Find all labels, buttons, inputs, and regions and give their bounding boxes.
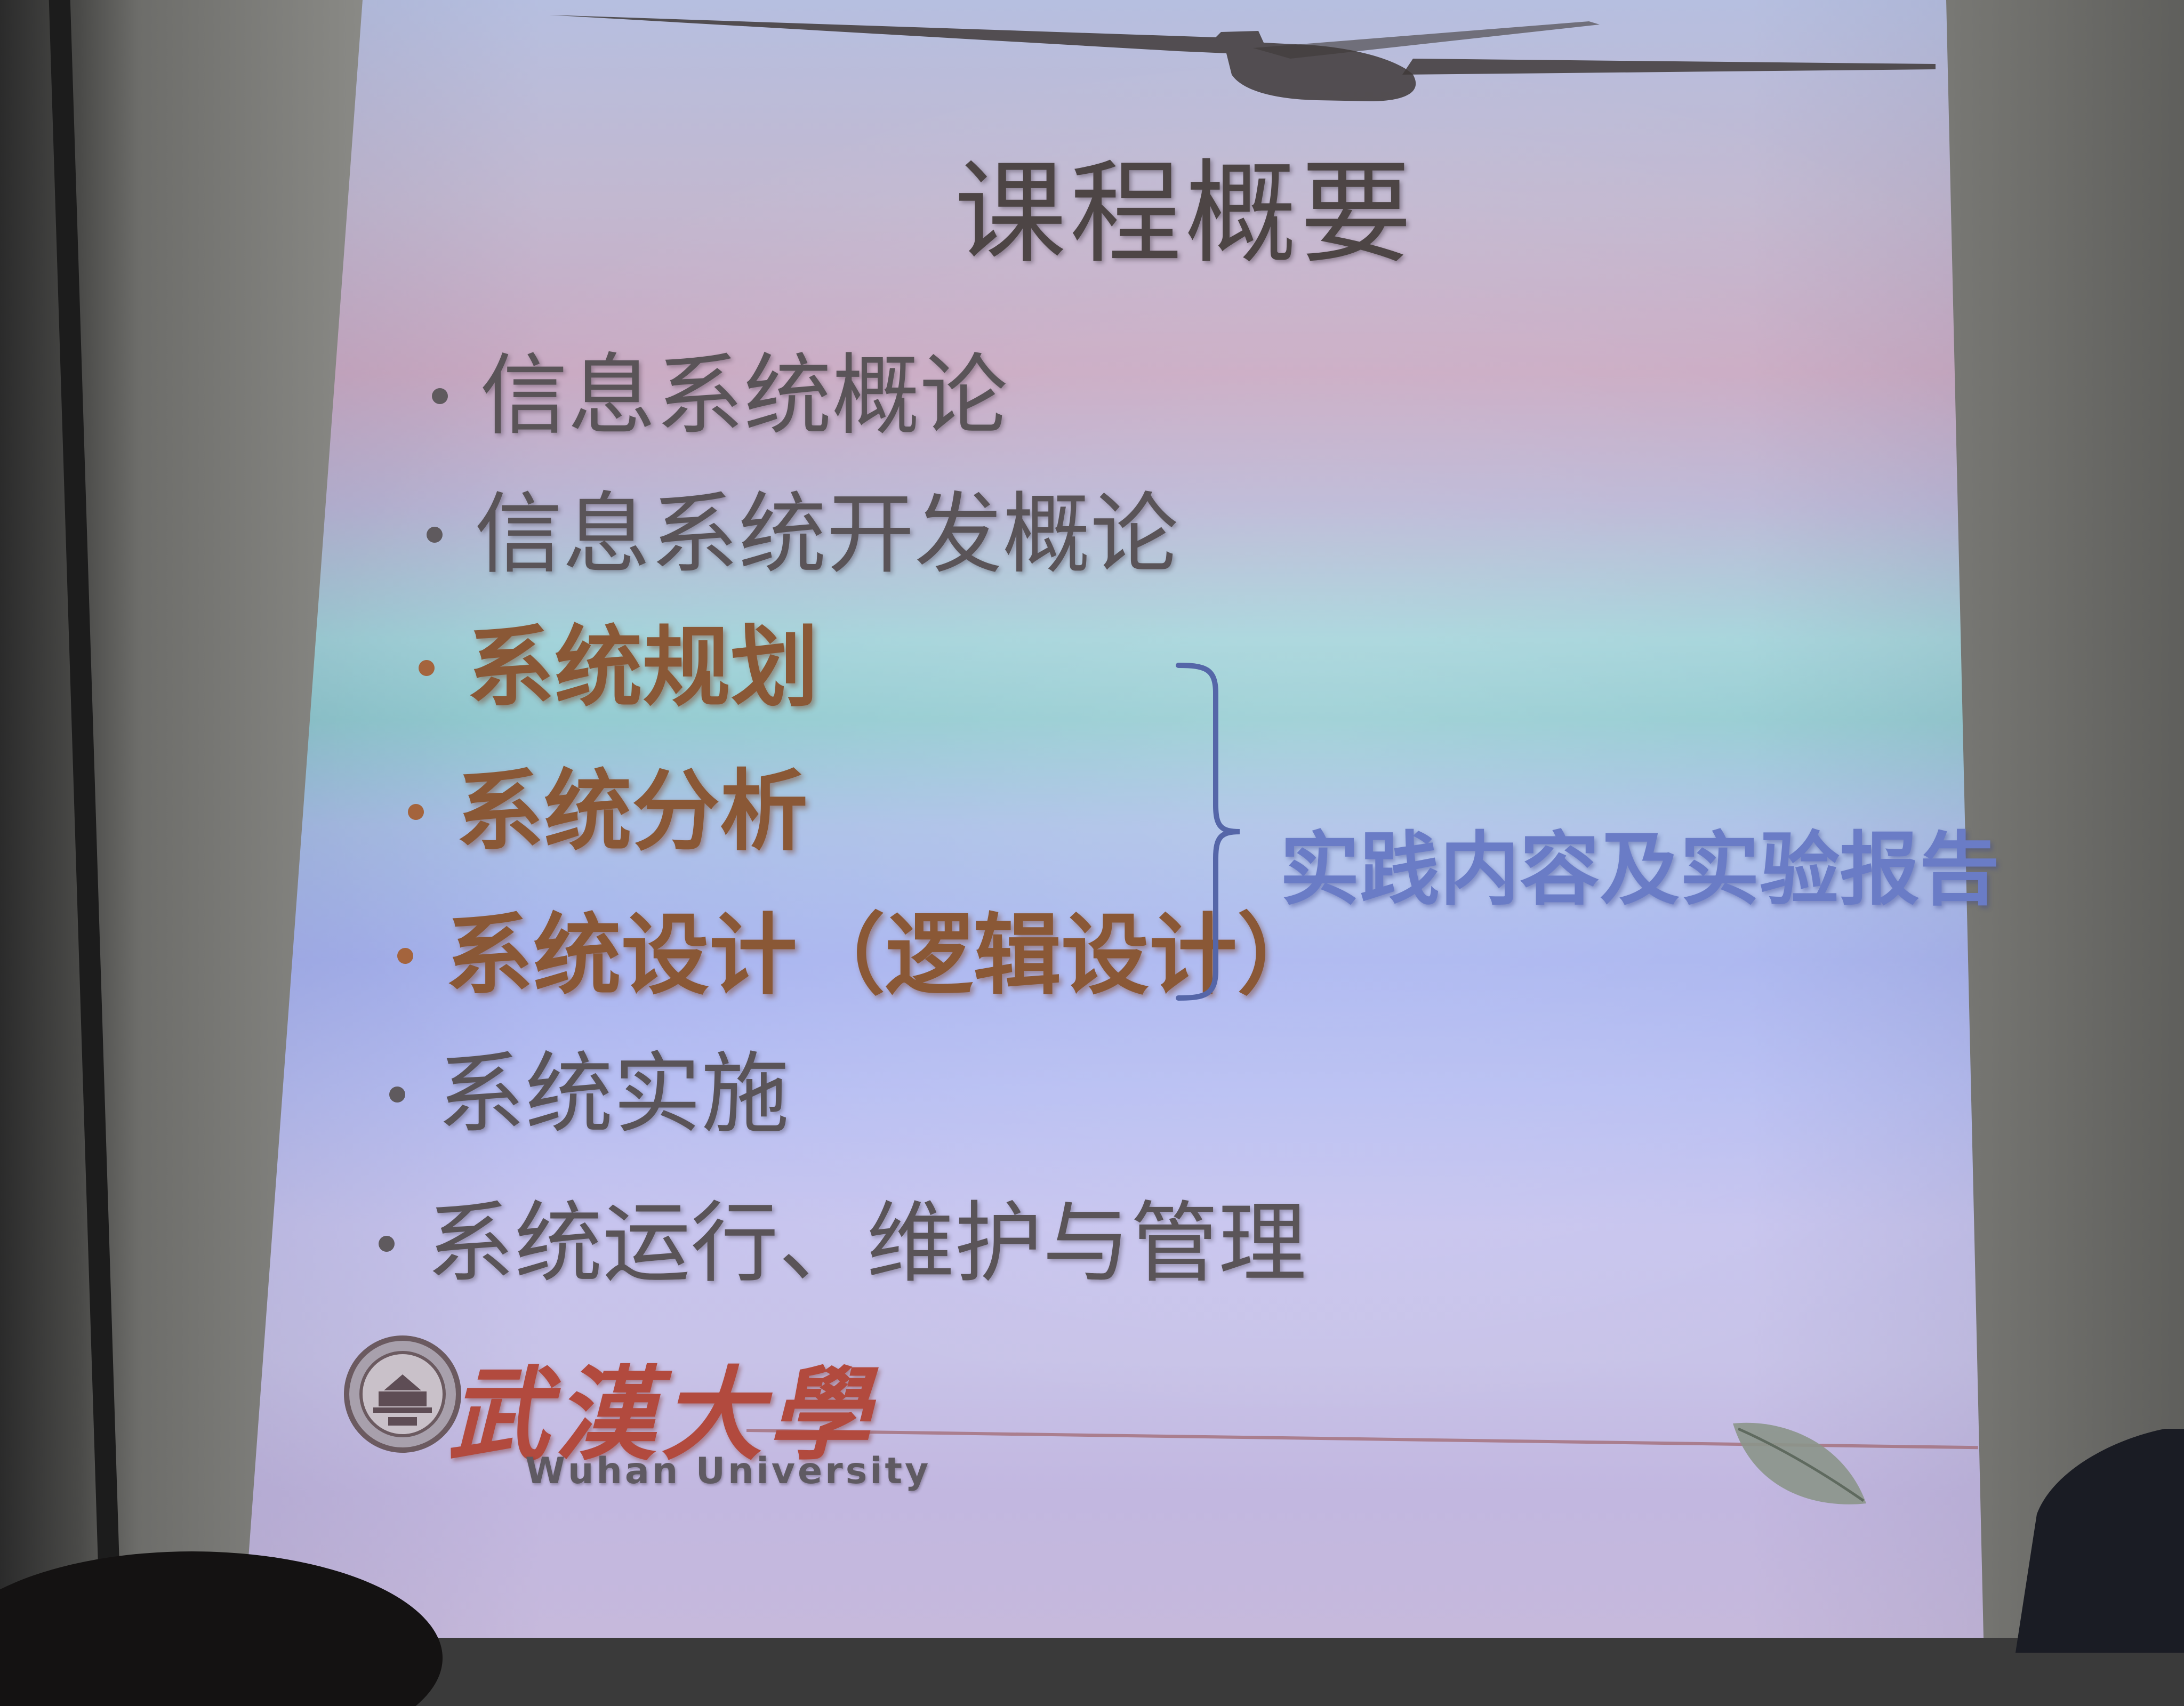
bullet-text: 系统运行、维护与管理 [427, 1192, 1306, 1294]
bullet-dot-icon [379, 1235, 395, 1252]
airplane-decoration-icon [549, 15, 1936, 101]
bullet-text: 系统实施 [437, 1043, 789, 1145]
bullet-item: 系统运行、维护与管理 [379, 1200, 1306, 1287]
bullet-dot-icon [389, 1086, 405, 1103]
practice-content-label: 实践内容及实验报告 [1280, 824, 2000, 916]
audience-head-silhouette [0, 1551, 443, 1706]
presenter-shoulder-silhouette [2016, 1429, 2184, 1653]
bullet-text: 信息系统概论 [480, 344, 1008, 447]
bullet-item: 信息系统概论 [432, 352, 1008, 440]
bullet-item: 系统实施 [389, 1050, 789, 1138]
university-name-english: Wuhan University [525, 1450, 932, 1492]
bullet-text: 系统规划 [467, 616, 818, 719]
leaf-decoration-icon [1733, 1422, 1866, 1504]
bullet-item: 信息系统开发概论 [427, 490, 1178, 578]
university-seal-icon [344, 1335, 461, 1453]
bullet-dot-icon [419, 659, 435, 676]
slide-title: 课程概要 [954, 148, 1416, 279]
bullet-item-highlighted: 系统规划 [419, 624, 818, 712]
right-curly-brace-icon [1176, 663, 1240, 1001]
bullet-text: 系统分析 [456, 760, 808, 863]
bullet-dot-icon [397, 947, 413, 964]
bullet-dot-icon [432, 388, 448, 404]
bullet-dot-icon [408, 803, 424, 820]
bullet-text: 信息系统开发概论 [475, 483, 1178, 585]
bullet-item-highlighted: 系统分析 [408, 768, 808, 856]
bullet-dot-icon [427, 526, 443, 543]
